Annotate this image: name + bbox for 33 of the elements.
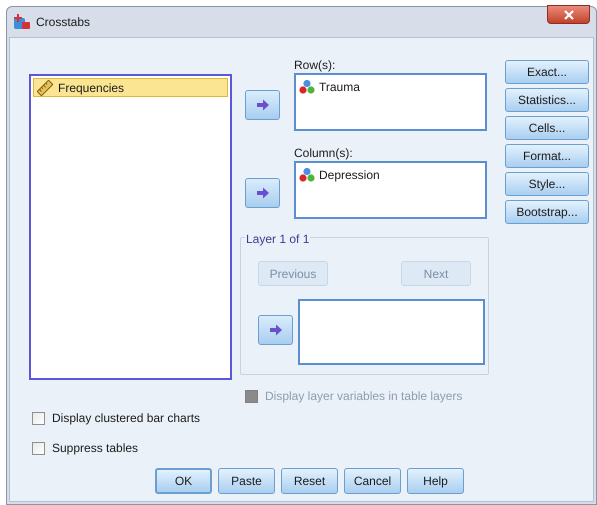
app-icon xyxy=(13,14,31,30)
checkbox-option[interactable]: Display clustered bar charts xyxy=(32,409,593,427)
window-title: Crosstabs xyxy=(36,14,90,31)
dialog-button[interactable]: Bootstrap... xyxy=(505,200,589,224)
close-icon xyxy=(564,10,574,20)
right-arrow-icon xyxy=(256,99,270,111)
dialog-button[interactable]: Exact... xyxy=(505,60,589,84)
dialog-button[interactable]: Reset xyxy=(281,468,338,494)
dialog-button[interactable]: OK xyxy=(155,468,212,494)
field-label: Column(s): xyxy=(294,145,354,161)
right-arrow-icon xyxy=(268,324,282,336)
dialog-button[interactable]: Cancel xyxy=(344,468,401,494)
move-arrow-button[interactable] xyxy=(245,178,280,208)
dialog-button[interactable]: Format... xyxy=(505,144,589,168)
dialog-button[interactable]: Statistics... xyxy=(505,88,589,112)
dialog-button[interactable]: Help xyxy=(407,468,464,494)
move-arrow-button[interactable] xyxy=(245,90,280,120)
move-arrow-button[interactable] xyxy=(258,315,293,345)
ruler-icon xyxy=(37,80,53,96)
right-arrow-icon xyxy=(256,187,270,199)
dialog-button[interactable]: Style... xyxy=(505,172,589,196)
close-button[interactable] xyxy=(547,5,590,24)
nominal-variable-icon xyxy=(299,79,315,95)
checkbox[interactable] xyxy=(32,442,45,454)
checkbox-option[interactable]: Suppress tables xyxy=(32,439,593,457)
dialog-button[interactable]: Cells... xyxy=(505,116,589,140)
variable-name: Depression xyxy=(319,167,380,184)
variable-name: Trauma xyxy=(319,79,360,96)
checkbox[interactable] xyxy=(32,412,45,424)
dialog-button[interactable]: Paste xyxy=(218,468,275,494)
field-label: Row(s): xyxy=(294,57,336,73)
variable-item[interactable]: Frequencies xyxy=(33,78,228,97)
nominal-variable-icon xyxy=(299,167,315,183)
